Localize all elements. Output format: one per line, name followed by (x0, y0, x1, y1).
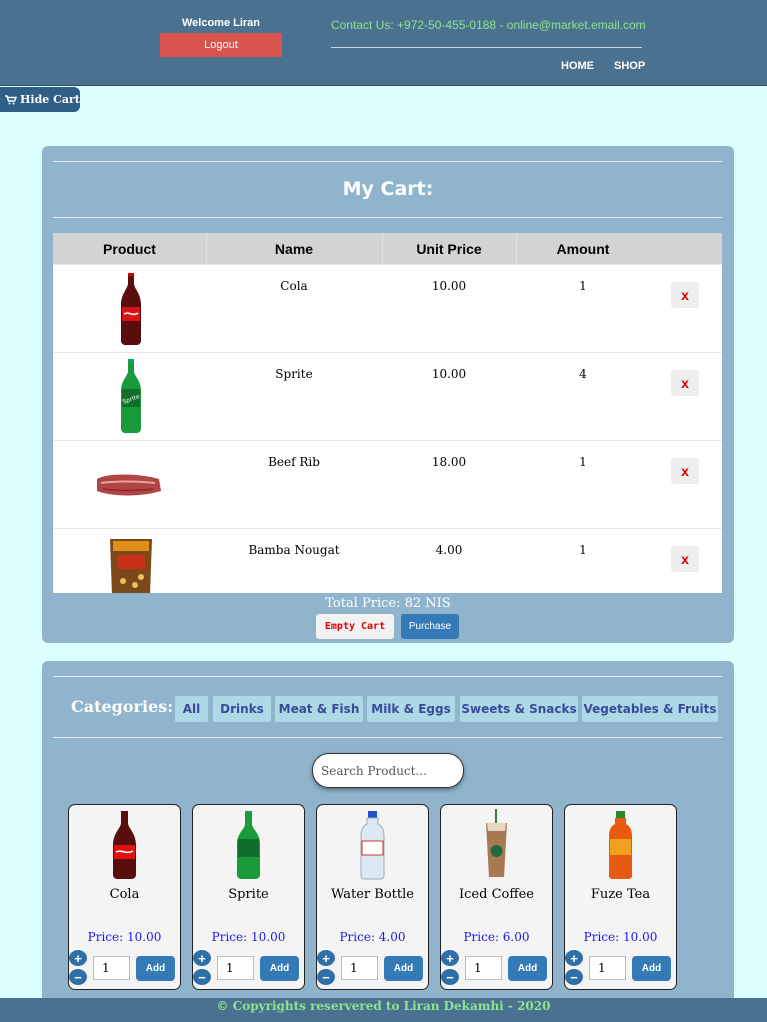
product-card: Water Bottle Price: 4.00 + − 1 Add (316, 804, 429, 990)
shop-panel: Categories: All Drinks Meat & Fish Milk … (42, 661, 734, 1022)
product-name: Water Bottle (331, 887, 414, 902)
cart-top-divider (53, 161, 722, 162)
sprite-bottle-image (237, 811, 260, 879)
contact-info: Contact Us: +972-50-455-0188 - online@ma… (331, 18, 646, 32)
category-meat-fish-button[interactable]: Meat & Fish (275, 696, 363, 722)
header-divider (331, 47, 642, 48)
iced-coffee-cup-image (486, 809, 507, 877)
cart-item-amount: 1 (579, 543, 587, 557)
product-price: Price: 10.00 (583, 930, 658, 944)
category-milk-eggs-button[interactable]: Milk & Eggs (367, 696, 455, 722)
cart-item-name: Sprite (275, 367, 313, 381)
category-vegetables-fruits-button[interactable]: Vegetables & Fruits (582, 696, 718, 722)
col-header-amount: Amount (556, 240, 610, 257)
empty-cart-button[interactable]: Empty Cart (316, 614, 394, 639)
add-to-cart-button[interactable]: Add (632, 956, 671, 981)
product-card: Sprite Price: 10.00 + − 1 Add (192, 804, 305, 990)
logout-button[interactable]: Logout (160, 33, 282, 57)
search-input[interactable]: Search Product... (312, 753, 464, 788)
cola-bottle-image (121, 273, 141, 345)
increment-button[interactable]: + (193, 950, 211, 966)
decrement-button[interactable]: − (193, 969, 211, 985)
categories-divider (53, 737, 722, 738)
cola-bottle-image (113, 811, 136, 879)
cart-item-name: Cola (280, 279, 308, 293)
col-header-unit-price: Unit Price (416, 240, 482, 257)
cart-item-unit-price: 10.00 (431, 367, 467, 381)
site-header: Welcome Liran Logout Contact Us: +972-50… (0, 0, 767, 86)
col-header-name: Name (274, 240, 314, 257)
cart-title: My Cart: (342, 178, 434, 200)
cart-item-unit-price: 4.00 (435, 543, 463, 557)
increment-button[interactable]: + (441, 950, 459, 966)
quantity-input[interactable]: 1 (589, 956, 626, 980)
add-to-cart-button[interactable]: Add (260, 956, 299, 981)
product-name: Iced Coffee (459, 887, 534, 902)
product-name: Sprite (228, 887, 269, 902)
increment-button[interactable]: + (565, 950, 583, 966)
decrement-button[interactable]: − (441, 969, 459, 985)
product-price: Price: 4.00 (339, 930, 406, 944)
hide-cart-label: Hide Cart (20, 93, 80, 106)
cart-item-amount: 4 (579, 367, 587, 381)
product-card: Cola Price: 10.00 + − 1 Add (68, 804, 181, 990)
product-card: Iced Coffee Price: 6.00 + − 1 Add (440, 804, 553, 990)
cart-panel: My Cart: Product Name Unit Price Amount … (42, 146, 734, 643)
quantity-input[interactable]: 1 (465, 956, 502, 980)
cart-row: Bamba Nougat 4.00 1 x (53, 528, 722, 593)
remove-item-button[interactable]: x (671, 458, 699, 484)
remove-item-button[interactable]: x (671, 370, 699, 396)
add-to-cart-button[interactable]: Add (384, 956, 423, 981)
add-to-cart-button[interactable]: Add (136, 956, 175, 981)
category-drinks-button[interactable]: Drinks (213, 696, 271, 722)
remove-item-button[interactable]: x (671, 282, 699, 308)
site-footer: © Copyrights reservered to Liran Dekamhi… (0, 998, 767, 1022)
cart-row: Sprite Sprite 10.00 4 x (53, 352, 722, 440)
cart-title-divider (53, 217, 722, 218)
bamba-bag-image (110, 539, 152, 593)
quantity-input[interactable]: 1 (341, 956, 378, 980)
cart-table: Product Name Unit Price Amount Cola 10.0… (53, 233, 722, 593)
cart-table-header: Product Name Unit Price Amount (53, 233, 722, 264)
decrement-button[interactable]: − (69, 969, 87, 985)
cart-item-amount: 1 (579, 455, 587, 469)
cart-icon (5, 94, 17, 104)
product-price: Price: 10.00 (87, 930, 162, 944)
product-card: Fuze Tea Price: 10.00 + − 1 Add (564, 804, 677, 990)
category-all-button[interactable]: All (175, 696, 208, 722)
quantity-input[interactable]: 1 (93, 956, 130, 980)
purchase-button[interactable]: Purchase (401, 614, 459, 639)
shop-top-divider (53, 676, 722, 677)
remove-item-button[interactable]: x (671, 546, 699, 572)
decrement-button[interactable]: − (565, 969, 583, 985)
product-price: Price: 6.00 (463, 930, 530, 944)
hide-cart-button[interactable]: Hide Cart (0, 87, 80, 112)
nav-home-link[interactable]: HOME (561, 60, 594, 72)
add-to-cart-button[interactable]: Add (508, 956, 547, 981)
col-header-product: Product (103, 240, 156, 257)
cart-item-unit-price: 10.00 (431, 279, 467, 293)
fuze-tea-bottle-image (609, 811, 632, 879)
water-bottle-image (360, 811, 385, 880)
sprite-bottle-image: Sprite (121, 359, 141, 433)
category-sweets-snacks-button[interactable]: Sweets & Snacks (460, 696, 578, 722)
decrement-button[interactable]: − (317, 969, 335, 985)
increment-button[interactable]: + (69, 950, 87, 966)
cart-total-price: Total Price: 82 NIS (325, 596, 451, 611)
cart-item-unit-price: 18.00 (431, 455, 467, 469)
cart-item-amount: 1 (579, 279, 587, 293)
product-name: Cola (109, 887, 140, 902)
cart-row: Cola 10.00 1 x (53, 264, 722, 352)
increment-button[interactable]: + (317, 950, 335, 966)
cart-item-name: Bamba Nougat (248, 543, 340, 557)
product-name: Fuze Tea (590, 887, 651, 902)
nav-shop-link[interactable]: SHOP (614, 60, 645, 72)
beef-rib-image (97, 474, 161, 496)
product-price: Price: 10.00 (211, 930, 286, 944)
cart-row: Beef Rib 18.00 1 x (53, 440, 722, 528)
quantity-input[interactable]: 1 (217, 956, 254, 980)
welcome-text: Welcome Liran (181, 17, 261, 29)
categories-label: Categories: (71, 697, 174, 716)
cart-item-name: Beef Rib (268, 455, 320, 469)
